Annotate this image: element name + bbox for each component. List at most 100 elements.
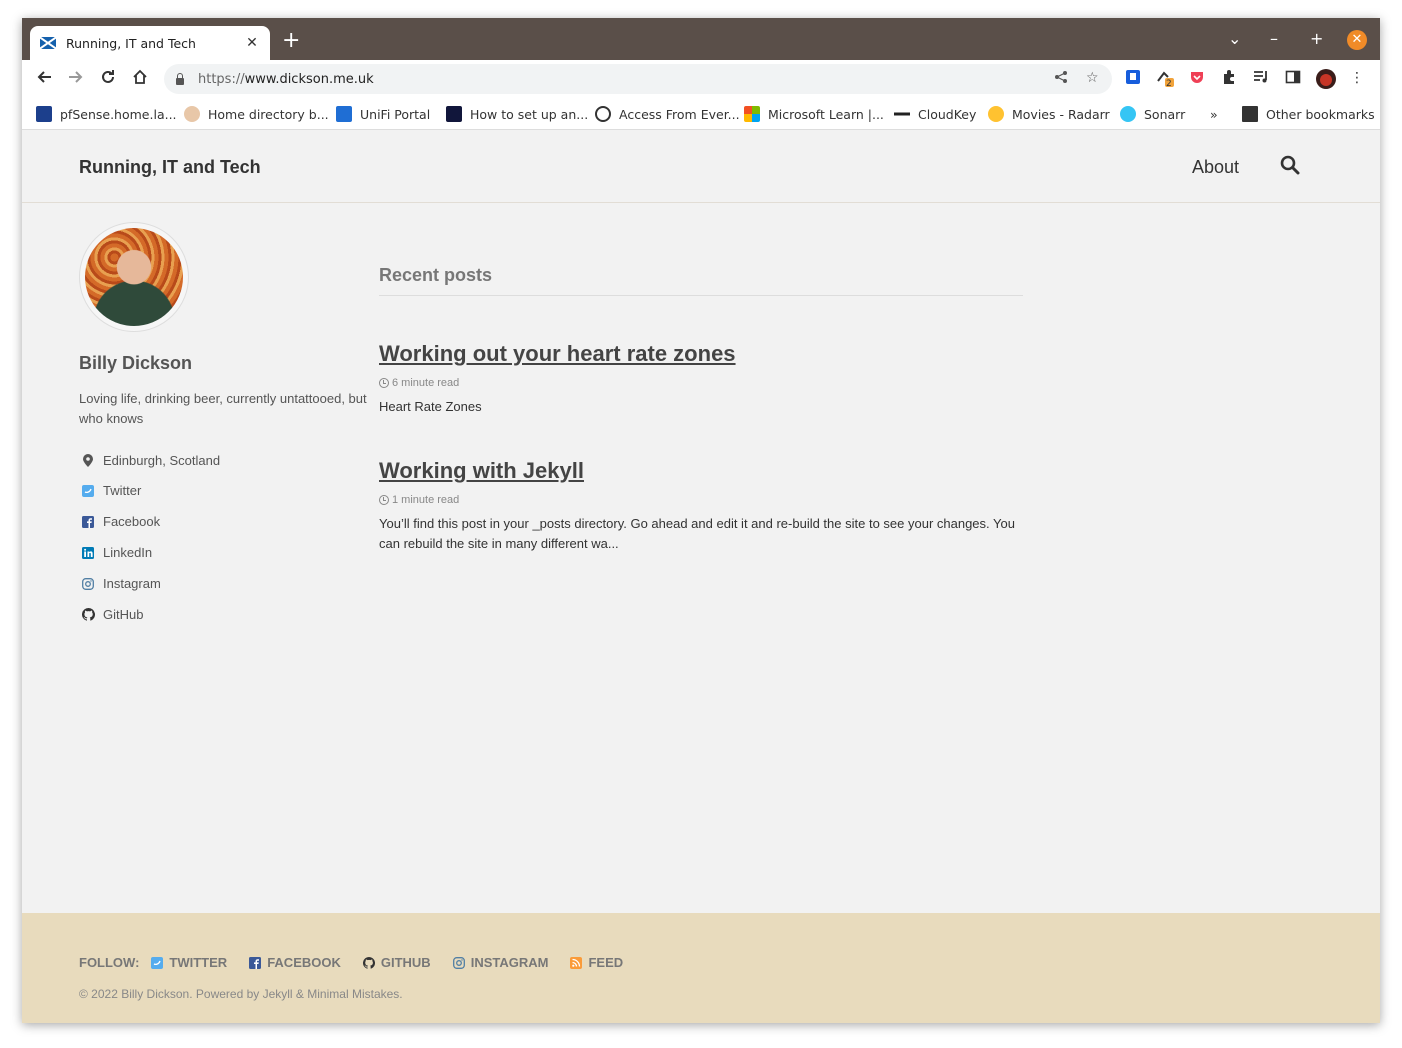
link-label: GITHUB	[380, 955, 431, 970]
home-button[interactable]	[129, 69, 151, 91]
post-meta: 1 minute read	[379, 494, 1023, 506]
masthead: Running, IT and Tech About	[22, 131, 1380, 203]
bookmark-label: Sonarr	[1144, 106, 1186, 122]
link-label: INSTAGRAM	[470, 955, 549, 970]
author-link-github[interactable]: GitHub	[79, 599, 359, 630]
post-title-link[interactable]: Working out your heart rate zones	[379, 341, 1023, 367]
bookmark-star-icon[interactable]: ☆	[1086, 70, 1099, 86]
radarr-icon	[988, 106, 1004, 122]
link-label: Instagram	[103, 576, 161, 591]
bookmark-label: How to set up an...	[470, 106, 589, 122]
microsoft-icon	[744, 106, 760, 122]
tab-search-chevron-icon[interactable]: ⌄	[1228, 30, 1241, 48]
footer-link-facebook[interactable]: FACEBOOK	[249, 955, 341, 970]
post-excerpt: You’ll find this post in your _posts dir…	[379, 516, 1015, 551]
footer-link-feed[interactable]: FEED	[570, 955, 623, 970]
face-icon	[184, 106, 200, 122]
bookmarks-overflow-chevron[interactable]: »	[1210, 104, 1218, 124]
bookmark-how-to-set-up[interactable]: How to set up an...	[446, 104, 588, 124]
bookmark-sonarr[interactable]: Sonarr	[1120, 104, 1185, 124]
bookmark-label: Access From Ever...	[619, 106, 740, 122]
author-link-twitter[interactable]: Twitter	[79, 475, 359, 506]
link-label: Facebook	[103, 514, 161, 529]
window-close-button[interactable]: ✕	[1347, 30, 1367, 50]
bookmark-label: pfSense.home.la...	[60, 106, 177, 122]
bookmark-unifi-portal[interactable]: UniFi Portal	[336, 104, 430, 124]
nav-about-link[interactable]: About	[1192, 157, 1239, 178]
browser-tab[interactable]: Running, IT and Tech ✕	[30, 26, 270, 60]
back-arrow-icon	[37, 71, 51, 83]
author-urls: Edinburgh, Scotland Twitter Facebook Lin…	[79, 446, 359, 630]
footer-link-github[interactable]: GITHUB	[362, 955, 431, 970]
bookmark-microsoft-learn[interactable]: Microsoft Learn |...	[744, 104, 884, 124]
forward-arrow-icon	[69, 71, 83, 83]
other-bookmarks-folder[interactable]: Other bookmarks	[1242, 104, 1375, 124]
browser-menu-icon[interactable]: ⋮	[1348, 69, 1366, 87]
author-bio: Loving life, drinking beer, currently un…	[79, 391, 367, 426]
clock-icon	[379, 495, 389, 505]
scotland-flag-icon	[40, 37, 56, 49]
link-label: FEED	[588, 955, 624, 970]
site-title[interactable]: Running, IT and Tech	[79, 157, 261, 178]
side-panel-icon[interactable]	[1284, 69, 1302, 87]
tab-title: Running, IT and Tech	[66, 35, 196, 51]
clock-icon	[379, 378, 389, 388]
address-bar[interactable]: https:// www.dickson.me.uk ☆	[164, 64, 1112, 94]
post-item: Working with Jekyll 1 minute read You’ll…	[379, 458, 1023, 554]
rss-icon	[570, 956, 583, 969]
link-label: GitHub	[103, 607, 144, 622]
browser-toolbar: https:// www.dickson.me.uk ☆ 2 ⋮	[22, 60, 1380, 98]
back-button[interactable]	[33, 69, 55, 91]
author-link-facebook[interactable]: Facebook	[79, 506, 359, 537]
unifi-icon	[336, 106, 352, 122]
minimize-button[interactable]: –	[1270, 30, 1278, 48]
link-label: Twitter	[103, 483, 142, 498]
lock-icon	[176, 72, 184, 85]
home-icon	[133, 69, 147, 84]
recent-posts-heading: Recent posts	[379, 265, 493, 285]
link-label: LinkedIn	[103, 545, 153, 560]
maximize-button[interactable]: +	[1310, 30, 1323, 48]
bitwarden-extension-icon[interactable]	[1124, 69, 1142, 87]
forward-button[interactable]	[65, 69, 87, 91]
triangle-icon	[446, 106, 462, 122]
follow-label: FOLLOW:	[79, 955, 140, 970]
search-icon[interactable]	[1280, 155, 1300, 175]
read-time: 6 minute read	[392, 377, 460, 389]
location-text: Edinburgh, Scotland	[103, 453, 221, 468]
media-control-icon[interactable]	[1252, 69, 1270, 87]
extension-with-badge-icon[interactable]: 2	[1156, 69, 1174, 89]
footer-copyright: © 2022 Billy Dickson. Powered by Jekyll …	[79, 987, 403, 1001]
browser-window: Running, IT and Tech ✕ + ⌄ – + ✕ https:/…	[22, 18, 1380, 1023]
twitter-icon	[81, 484, 95, 498]
swirl-icon	[595, 106, 611, 122]
bookmark-access-from-everywhere[interactable]: Access From Ever...	[595, 104, 740, 124]
overflow-chevron-icon: »	[1210, 106, 1218, 122]
share-icon[interactable]	[1054, 70, 1068, 88]
facebook-icon	[249, 956, 262, 969]
bookmark-home-directory[interactable]: Home directory b...	[184, 104, 329, 124]
footer-link-twitter[interactable]: TWITTER	[151, 955, 227, 970]
author-link-linkedin[interactable]: LinkedIn	[79, 537, 359, 568]
extensions-puzzle-icon[interactable]	[1220, 69, 1238, 87]
tab-close-icon[interactable]: ✕	[244, 35, 260, 51]
bookmark-cloudkey[interactable]: CloudKey	[894, 104, 976, 124]
footer-link-instagram[interactable]: INSTAGRAM	[452, 955, 549, 970]
bookmark-radarr[interactable]: Movies - Radarr	[988, 104, 1110, 124]
pocket-extension-icon[interactable]	[1188, 69, 1206, 87]
bookmark-pfsense[interactable]: pfSense.home.la...	[36, 104, 177, 124]
new-tab-button[interactable]: +	[282, 30, 300, 52]
github-icon	[81, 608, 95, 622]
facebook-icon	[81, 515, 95, 529]
web-page: Running, IT and Tech About Billy Dickson…	[22, 131, 1380, 1023]
author-link-instagram[interactable]: Instagram	[79, 568, 359, 599]
bookmark-label: CloudKey	[918, 106, 977, 122]
pfsense-icon	[36, 106, 52, 122]
section-divider	[379, 295, 1023, 296]
page-footer: FOLLOW: TWITTER FACEBOOK GITHUB INSTAGRA…	[22, 913, 1380, 1023]
profile-avatar-icon[interactable]	[1316, 69, 1336, 89]
post-title-link[interactable]: Working with Jekyll	[379, 458, 1023, 484]
reload-icon	[102, 70, 114, 83]
reload-button[interactable]	[97, 69, 119, 91]
author-avatar	[79, 222, 189, 332]
